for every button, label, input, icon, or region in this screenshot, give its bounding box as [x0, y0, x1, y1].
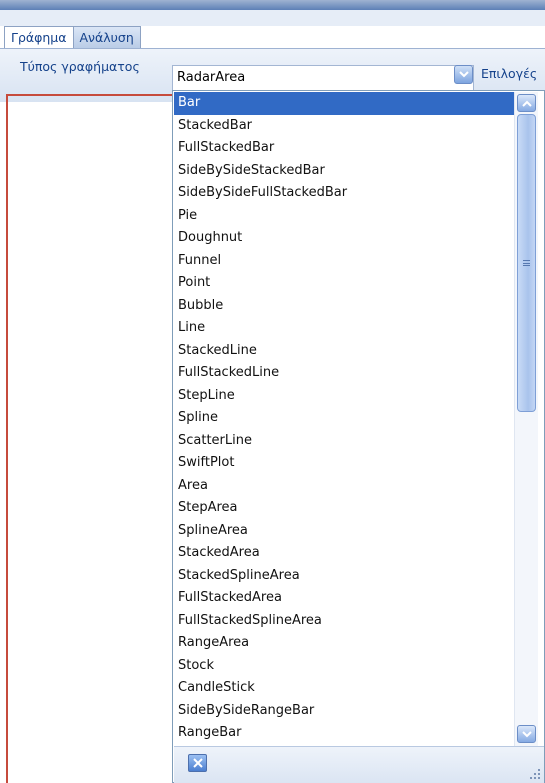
dropdown-option[interactable]: Funnel — [174, 250, 514, 273]
dropdown-option[interactable]: CandleStick — [174, 677, 514, 700]
dropdown-option[interactable]: SideBySideRangeBar — [174, 700, 514, 723]
dropdown-option[interactable]: Pie — [174, 205, 514, 228]
dropdown-option[interactable]: FullStackedSplineArea — [174, 610, 514, 633]
panel-border-top — [6, 94, 174, 96]
chevron-down-icon — [521, 730, 532, 737]
dropdown-option[interactable]: FullStackedArea — [174, 587, 514, 610]
chevron-down-icon — [458, 71, 469, 78]
window-top-bar — [0, 0, 545, 10]
dropdown-option[interactable]: FullStackedBar — [174, 137, 514, 160]
chart-type-dropdown-list: Bar StackedBar FullStackedBar SideBySideSta… — [172, 90, 545, 783]
dropdown-option[interactable]: StackedSplineArea — [174, 565, 514, 588]
dropdown-option[interactable]: StepArea — [174, 497, 514, 520]
chevron-up-icon — [521, 100, 532, 107]
dropdown-option[interactable]: Bubble — [174, 295, 514, 318]
dropdown-footer — [174, 746, 544, 783]
scroll-up-button[interactable] — [517, 94, 536, 112]
close-icon — [192, 758, 203, 768]
dropdown-option[interactable]: Bar — [174, 92, 514, 115]
scroll-thumb[interactable] — [517, 114, 536, 412]
dropdown-option[interactable]: Stock — [174, 655, 514, 678]
dropdown-option[interactable]: StackedArea — [174, 542, 514, 565]
dropdown-scrollbar[interactable] — [514, 92, 538, 746]
chart-type-options: Bar StackedBar FullStackedBar SideBySideSta… — [174, 92, 514, 745]
dropdown-option[interactable]: ScatterLine — [174, 430, 514, 453]
scroll-down-button[interactable] — [517, 725, 536, 743]
chart-type-combo[interactable]: RadarArea — [172, 65, 474, 91]
chart-type-dropdown-button[interactable] — [454, 65, 473, 84]
dropdown-option[interactable]: SplineArea — [174, 520, 514, 543]
dropdown-option[interactable]: SideBySideStackedBar — [174, 160, 514, 183]
dropdown-option[interactable]: StackedBar — [174, 115, 514, 138]
tab-strip: Γράφημα Ανάλυση — [4, 26, 141, 49]
dropdown-option[interactable]: Spline — [174, 407, 514, 430]
tab-analysis[interactable]: Ανάλυση — [72, 26, 141, 49]
tab-chart[interactable]: Γράφημα — [4, 26, 74, 49]
dropdown-option[interactable]: Doughnut — [174, 227, 514, 250]
dropdown-option[interactable]: RangeArea — [174, 632, 514, 655]
chart-type-value: RadarArea — [177, 70, 246, 85]
resize-grip-icon[interactable] — [529, 768, 541, 780]
dropdown-option[interactable]: Point — [174, 272, 514, 295]
options-label[interactable]: Επιλογές — [481, 66, 537, 81]
close-button[interactable] — [188, 754, 207, 772]
dropdown-option[interactable]: StackedLine — [174, 340, 514, 363]
dropdown-option[interactable]: SideBySideFullStackedBar — [174, 182, 514, 205]
dropdown-option[interactable]: FullStackedLine — [174, 362, 514, 385]
chart-type-label: Τύπος γραφήματος — [20, 59, 140, 74]
dropdown-option[interactable]: RangeBar — [174, 722, 514, 745]
dropdown-option[interactable]: SwiftPlot — [174, 452, 514, 475]
dropdown-option[interactable]: StepLine — [174, 385, 514, 408]
grip-icon — [523, 260, 530, 266]
dropdown-option[interactable]: Line — [174, 317, 514, 340]
dropdown-option[interactable]: Area — [174, 475, 514, 498]
top-band — [0, 10, 545, 26]
panel-border-left — [6, 94, 8, 783]
